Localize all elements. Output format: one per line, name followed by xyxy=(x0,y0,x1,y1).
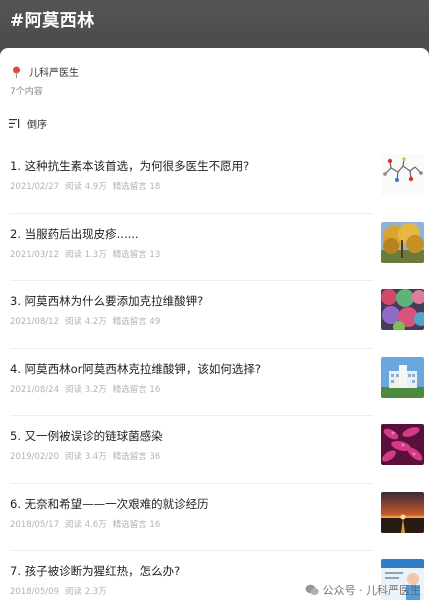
article-item-2[interactable]: 2. 当服药后出现皮疹...... 2021/03/12 阅读 1.3万 精选留言 … xyxy=(0,214,429,281)
author-name: 儿科严医生 xyxy=(29,68,79,79)
article-list: 1. 这种抗生素本该首选，为何很多医生不愿用? 2021/02/27 阅读 4.9… xyxy=(0,146,429,608)
sort-icon xyxy=(9,119,20,128)
sort-label: 倒序 xyxy=(27,120,47,131)
article-meta: 2019/02/20 阅读 3.4万 精选留言 36 xyxy=(10,450,160,462)
article-title: 4. 阿莫西林or阿莫西林克拉维酸钾，该如何选择? xyxy=(10,361,261,376)
hashtag-title: #阿莫西林 xyxy=(10,11,95,31)
article-date: 2021/03/12 xyxy=(10,249,59,260)
wechat-icon xyxy=(305,584,319,595)
article-date: 2019/02/20 xyxy=(10,452,59,462)
author-row[interactable]: 儿科严医生 xyxy=(12,64,79,79)
article-date: 2018/05/17 xyxy=(10,519,59,530)
top-header: #阿莫西林 xyxy=(0,0,429,52)
article-thumbnail xyxy=(381,221,424,263)
article-date: 2018/05/09 xyxy=(10,587,59,597)
article-title: 6. 无奈和希望——一次艰难的就诊经历 xyxy=(10,496,209,511)
article-meta: 2021/08/12 阅读 4.2万 精选留言 49 xyxy=(10,315,160,327)
article-date: 2021/02/27 xyxy=(10,182,59,192)
article-title: 1. 这种抗生素本该首选，为何很多医生不愿用? xyxy=(10,159,250,173)
article-meta: 2021/03/12 阅读 1.3万 精选留言 13 xyxy=(10,248,160,260)
article-reads: 阅读 4.6万 xyxy=(65,519,107,530)
article-title: 5. 又一例被误诊的链球菌感染 xyxy=(10,429,163,443)
article-meta: 2018/05/09 阅读 2.3万 xyxy=(10,585,113,597)
article-date: 2021/08/24 xyxy=(10,384,59,395)
article-reads: 阅读 3.4万 xyxy=(65,452,107,462)
article-reads: 阅读 2.3万 xyxy=(65,587,107,597)
article-thumbnail xyxy=(381,424,424,465)
article-meta: 2018/05/17 阅读 4.6万 精选留言 16 xyxy=(10,518,160,530)
article-meta: 2021/08/24 阅读 3.2万 精选留言 16 xyxy=(10,383,160,395)
article-item-5[interactable]: 5. 又一例被误诊的链球菌感染 2019/02/20 阅读 3.4万 精选留言 36 xyxy=(0,416,429,484)
article-title: 3. 阿莫西林为什么要添加克拉维酸钾? xyxy=(10,294,204,308)
article-thumbnail xyxy=(381,154,424,195)
article-item-4[interactable]: 4. 阿莫西林or阿莫西林克拉维酸钾，该如何选择? 2021/08/24 阅读 3… xyxy=(0,349,429,416)
article-thumbnail xyxy=(381,491,424,533)
content-sheet: 儿科严医生 7个内容 倒序 1. 这种抗生素本该首选，为何很多医生不愿用? 20… xyxy=(0,48,429,608)
watermark: 公众号 · 儿科严医生 xyxy=(305,582,422,598)
article-thumbnail xyxy=(381,289,424,330)
article-item-1[interactable]: 1. 这种抗生素本该首选，为何很多医生不愿用? 2021/02/27 阅读 4.9… xyxy=(0,146,429,214)
article-comments: 精选留言 16 xyxy=(112,519,161,530)
article-reads: 阅读 4.9万 xyxy=(65,182,107,192)
content-count: 7个内容 xyxy=(10,87,43,97)
article-comments: 精选留言 13 xyxy=(112,249,161,260)
article-reads: 阅读 3.2万 xyxy=(65,384,107,395)
article-item-7[interactable]: 7. 孩子被诊断为猩红热，怎么办? 2018/05/09 阅读 2.3万 xyxy=(0,551,429,608)
article-title: 2. 当服药后出现皮疹...... xyxy=(10,226,139,241)
watermark-text: 公众号 · 儿科严医生 xyxy=(322,584,422,597)
article-comments: 精选留言 36 xyxy=(112,452,161,462)
article-reads: 阅读 1.3万 xyxy=(65,249,107,260)
article-thumbnail xyxy=(381,356,424,398)
article-meta: 2021/02/27 阅读 4.9万 精选留言 18 xyxy=(10,180,160,192)
article-title: 7. 孩子被诊断为猩红热，怎么办? xyxy=(10,564,181,578)
sort-toggle[interactable]: 倒序 xyxy=(9,116,47,131)
article-reads: 阅读 4.2万 xyxy=(65,317,107,327)
article-item-6[interactable]: 6. 无奈和希望——一次艰难的就诊经历 2018/05/17 阅读 4.6万 精选留… xyxy=(0,484,429,551)
article-date: 2021/08/12 xyxy=(10,317,59,327)
article-comments: 精选留言 16 xyxy=(112,384,161,395)
location-pin-icon xyxy=(13,66,20,78)
article-comments: 精选留言 18 xyxy=(112,182,161,192)
article-comments: 精选留言 49 xyxy=(112,317,161,327)
article-item-3[interactable]: 3. 阿莫西林为什么要添加克拉维酸钾? 2021/08/12 阅读 4.2万 精选留… xyxy=(0,281,429,349)
